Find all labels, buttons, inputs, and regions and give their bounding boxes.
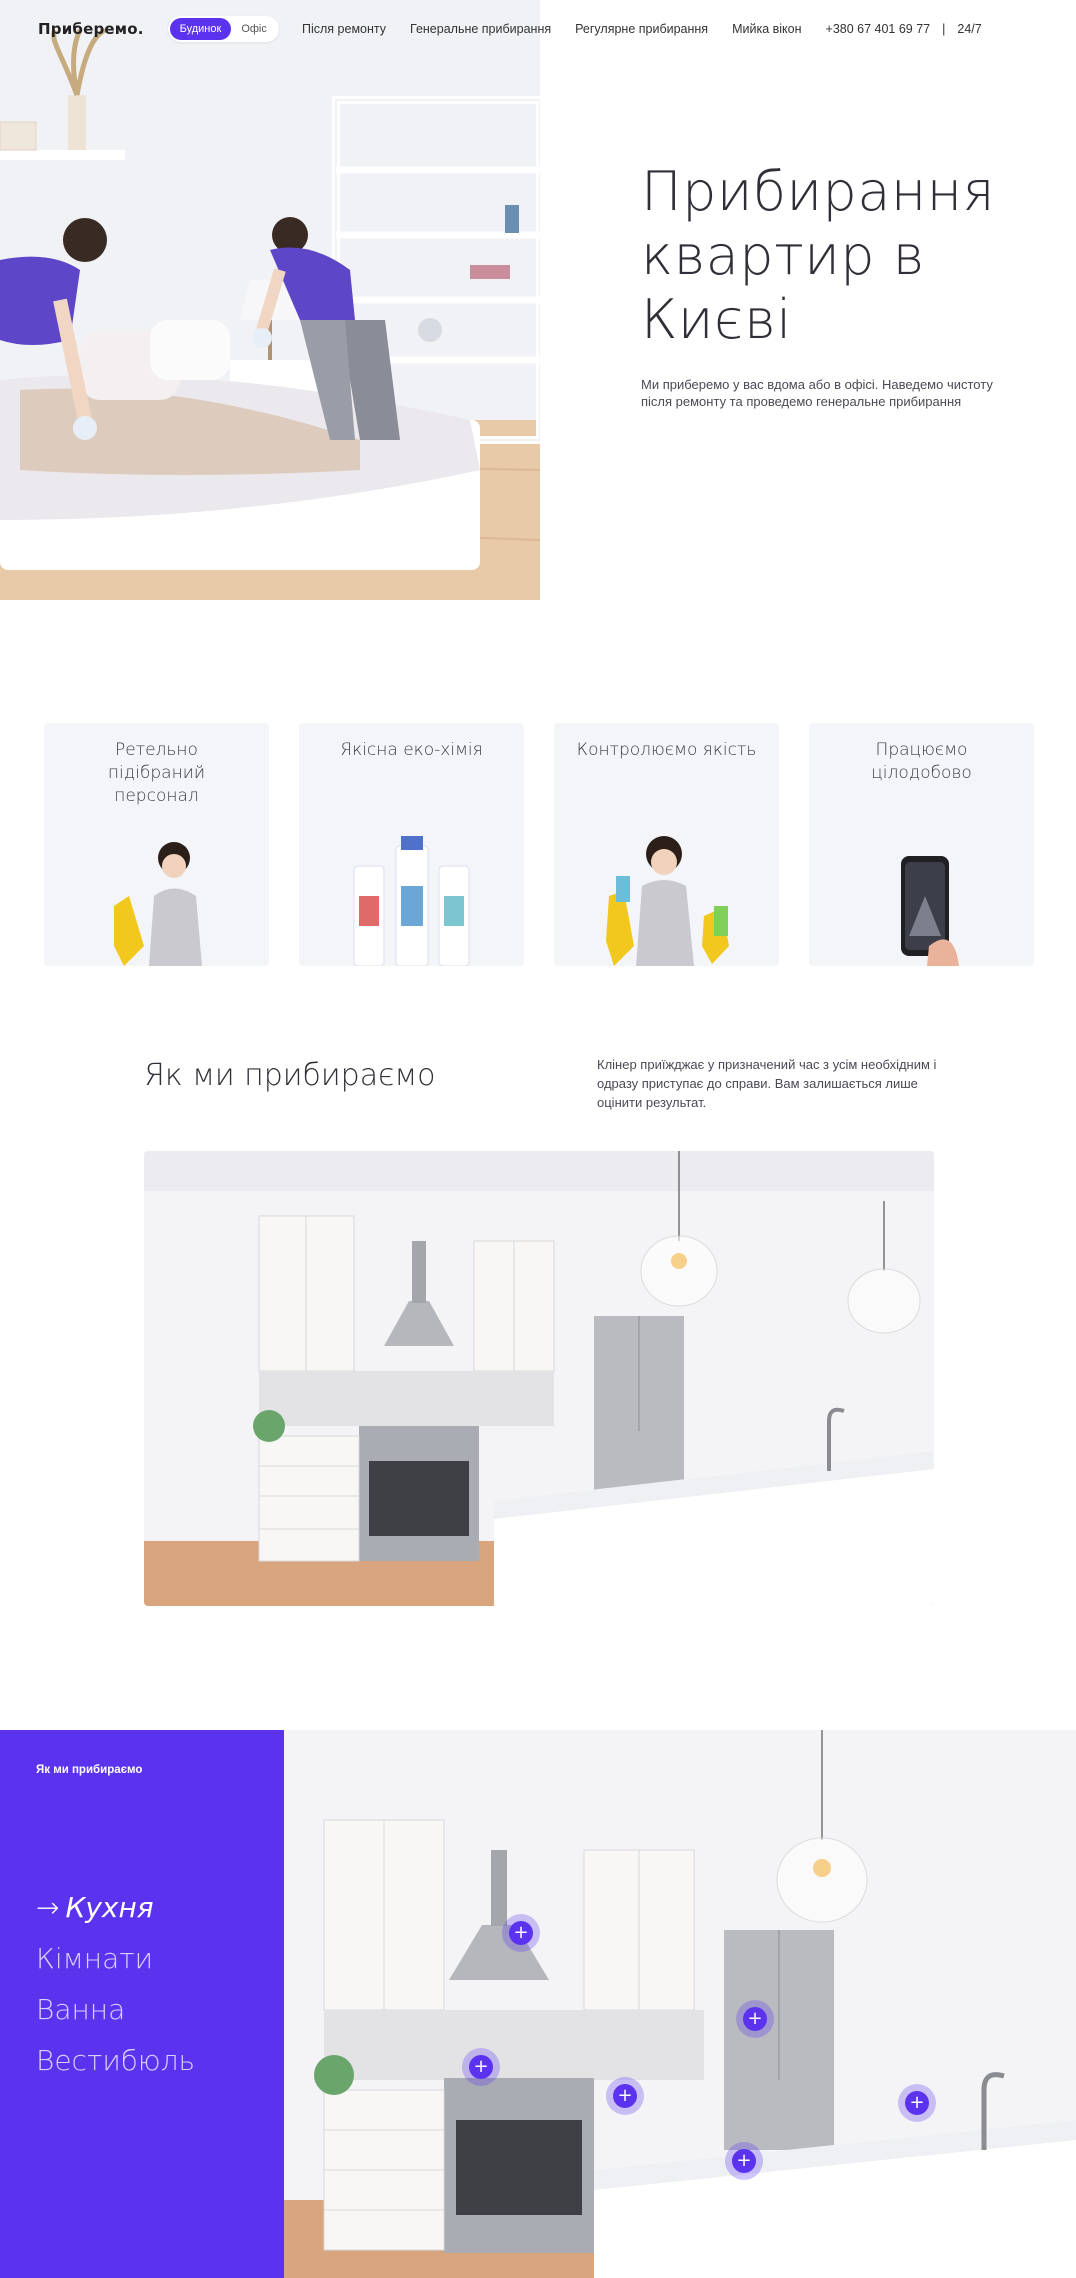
plus-icon: +	[905, 2091, 929, 2115]
plus-icon: +	[509, 1921, 533, 1945]
arrow-right-icon: →	[36, 1891, 60, 1924]
nav-separator: |	[942, 22, 946, 36]
room-item-rooms[interactable]: Кімнати	[36, 1933, 195, 1984]
hero-title: Прибирання квартир в Києві	[641, 160, 995, 351]
hero-description: Ми приберемо у вас вдома або в офісі. На…	[641, 377, 993, 409]
how-we-clean-description: Клінер приїжджає у призначений час з усі…	[597, 1057, 937, 1110]
plus-icon: +	[469, 2055, 493, 2079]
kitchen-photo	[144, 1151, 934, 1606]
smartphone-icon	[901, 856, 959, 966]
hotspot-cabinet[interactable]: +	[606, 2077, 644, 2115]
how-we-clean-title: Як ми прибираємо	[144, 1058, 436, 1093]
feature-card-eco: Якісна еко-хімія	[299, 723, 524, 966]
site-header: Приберемо. Будинок Офіс Після ремонту Ге…	[0, 0, 1076, 58]
room-item-kitchen[interactable]: → Кухня	[36, 1882, 195, 1933]
room-item-hallway[interactable]: Вестибюль	[36, 2035, 195, 2086]
toggle-office-button[interactable]: Офіс	[231, 18, 277, 40]
feature-card-24-7: Працюємо цілодобово	[809, 723, 1034, 966]
feature-title: Якісна еко-хімія	[340, 740, 483, 760]
cleaning-bottles-icon	[353, 836, 470, 966]
phone-link[interactable]: +380 67 401 69 77	[826, 22, 931, 36]
nav-item-window-washing[interactable]: Мийка вікон	[732, 22, 801, 36]
feature-title: Ретельно підібраний персонал	[107, 740, 206, 806]
feature-card-staff: Ретельно підібраний персонал	[44, 723, 269, 966]
plus-icon: +	[743, 2007, 767, 2031]
feature-card-quality: Контролюємо якість	[554, 723, 779, 966]
smiling-cleaner-icon	[606, 836, 729, 966]
rooms-panel: Як ми прибираємо → Кухня Кімнати Ванна Ве…	[0, 1730, 284, 2278]
hotspot-fridge[interactable]: +	[736, 2000, 774, 2038]
hotspot-stove[interactable]: +	[462, 2048, 500, 2086]
rooms-list: → Кухня Кімнати Ванна Вестибюль	[36, 1882, 195, 2086]
working-hours: 24/7	[957, 22, 982, 36]
hotspot-sink[interactable]: +	[898, 2084, 936, 2122]
woman-with-gloves-icon	[114, 842, 202, 966]
room-item-bathroom[interactable]: Ванна	[36, 1984, 195, 2035]
toggle-home-button[interactable]: Будинок	[169, 18, 232, 40]
room-label: Кухня	[65, 1891, 154, 1924]
feature-title: Працюємо цілодобово	[871, 740, 972, 783]
nav-item-regular-cleaning[interactable]: Регулярне прибирання	[575, 22, 708, 36]
rooms-panel-label: Як ми прибираємо	[36, 1764, 143, 1776]
nav-item-after-renovation[interactable]: Після ремонту	[302, 22, 386, 36]
feature-title: Контролюємо якість	[576, 740, 757, 760]
plus-icon: +	[613, 2084, 637, 2108]
main-nav: Після ремонту Генеральне прибирання Регу…	[302, 0, 982, 58]
hotspot-hood[interactable]: +	[502, 1914, 540, 1952]
hotspot-island[interactable]: +	[725, 2142, 763, 2180]
logo[interactable]: Приберемо.	[38, 20, 144, 38]
kitchen-hotspot-photo: + + + + + +	[284, 1730, 1076, 2278]
features-row: Ретельно підібраний персонал Якісна еко-…	[44, 723, 1034, 966]
nav-item-general-cleaning[interactable]: Генеральне прибирання	[410, 22, 551, 36]
location-toggle: Будинок Офіс	[167, 16, 279, 42]
plus-icon: +	[732, 2149, 756, 2173]
hero-image	[0, 0, 540, 600]
